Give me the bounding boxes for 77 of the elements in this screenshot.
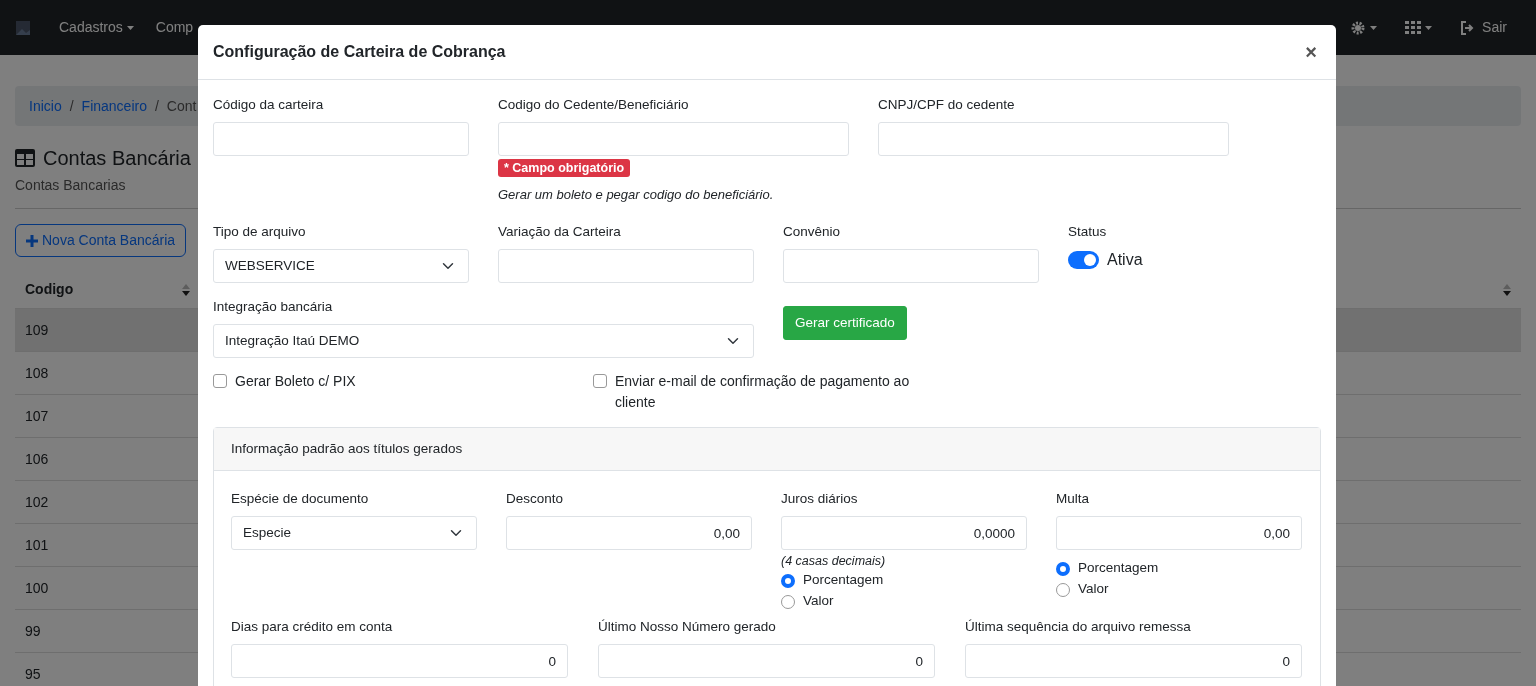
broken-image-icon (15, 19, 31, 36)
number-field[interactable]: 0,00 (1056, 516, 1302, 550)
page-subtitle: Contas Bancarias (15, 176, 126, 195)
breadcrumb-current: Cont (166, 97, 197, 116)
menu-item[interactable]: Comp (155, 17, 194, 38)
breadcrumb-separator: / (154, 97, 159, 116)
number-field[interactable]: 0 (965, 644, 1302, 678)
input-field[interactable] (498, 122, 849, 156)
sort-icon[interactable] (1503, 283, 1511, 296)
radio-option[interactable]: Valor (781, 591, 1027, 612)
required-badge: * Campo obrigatório (498, 159, 631, 177)
breadcrumb-separator: / (69, 97, 74, 116)
settings-icon (1350, 19, 1367, 36)
input-field[interactable] (213, 122, 469, 156)
radio-option[interactable]: Porcentagem (781, 570, 1027, 591)
field-label: Juros diários (781, 490, 859, 508)
radio-button[interactable] (781, 573, 795, 588)
modal-title: Configuração de Carteira de Cobrança (213, 42, 506, 62)
input-field[interactable] (783, 249, 1039, 283)
table-cell-text: 101 (25, 535, 49, 555)
field-label: Código da carteira (213, 96, 325, 114)
field-note: (4 casas decimais) (781, 553, 887, 570)
apps-menu[interactable] (1405, 21, 1433, 34)
number-field[interactable]: 0,00 (506, 516, 752, 550)
field-label: Desconto (506, 490, 565, 508)
logout-link[interactable]: Sair (1460, 17, 1507, 38)
table-cell-text: 106 (25, 449, 49, 469)
select-field[interactable]: Integração Itaú DEMO (213, 324, 754, 358)
table-cell-text: 100 (25, 578, 49, 598)
radio-option[interactable]: Porcentagem (1056, 558, 1302, 579)
table-cell-text: 108 (25, 363, 49, 383)
field-label: Convênio (783, 223, 842, 241)
field-label: Espécie de documento (231, 490, 370, 508)
field-label: Codigo do Cedente/Beneficiário (498, 96, 690, 114)
table-cell-text: 99 (25, 621, 41, 641)
input-field[interactable] (498, 249, 754, 283)
checkbox[interactable] (593, 374, 607, 388)
grid-icon (1405, 21, 1422, 34)
select-field[interactable]: WEBSERVICE (213, 249, 469, 283)
input-field[interactable] (878, 122, 1229, 156)
select-field[interactable]: Especie (231, 516, 477, 550)
sort-icon[interactable] (182, 283, 190, 296)
field-label: Integração bancária (213, 298, 334, 316)
checkbox-option[interactable]: Gerar Boleto c/ PIX (213, 371, 593, 413)
table-cell-text: 102 (25, 492, 49, 512)
field-label: Última sequência do arquivo remessa (965, 618, 1192, 636)
column-header[interactable]: Codigo (25, 279, 74, 300)
field-label: Multa (1056, 490, 1090, 508)
close-button[interactable]: × (1301, 42, 1321, 62)
field-label: Tipo de arquivo (213, 223, 307, 241)
switch-label: Ativa (1107, 250, 1143, 270)
settings-menu[interactable] (1350, 19, 1378, 36)
logout-icon (1460, 20, 1475, 35)
table-cell-text: 95 (25, 664, 41, 684)
number-field[interactable]: 0 (231, 644, 568, 678)
status-switch[interactable] (1068, 251, 1099, 269)
menu-item[interactable]: Cadastros (59, 17, 134, 38)
table-cell-text: 109 (25, 320, 49, 340)
field-label: Variação da Carteira (498, 223, 622, 241)
card-header: Informação padrão aos títulos gerados (214, 428, 1320, 471)
radio-button[interactable] (1056, 561, 1070, 576)
caret-icon (1425, 25, 1433, 30)
help-text: Gerar um boleto e pegar codigo do beneficiário. (498, 186, 775, 204)
checkbox-label: Gerar Boleto c/ PIX (235, 372, 356, 391)
caret-icon (1370, 25, 1378, 30)
field-label: CNPJ/CPF do cedente (878, 96, 1016, 114)
plus-icon (26, 234, 38, 247)
radio-option[interactable]: Valor (1056, 579, 1302, 600)
number-field[interactable]: 0,0000 (781, 516, 1027, 550)
number-field[interactable]: 0 (598, 644, 935, 678)
field-label: Status (1068, 223, 1108, 241)
field-label: Último Nosso Número gerado (598, 618, 777, 636)
checkbox[interactable] (213, 374, 227, 388)
table-icon (15, 149, 35, 167)
field-label: Dias para crédito em conta (231, 618, 394, 636)
table-cell-text: 107 (25, 406, 49, 426)
page-title: Contas Bancária (43, 146, 191, 171)
